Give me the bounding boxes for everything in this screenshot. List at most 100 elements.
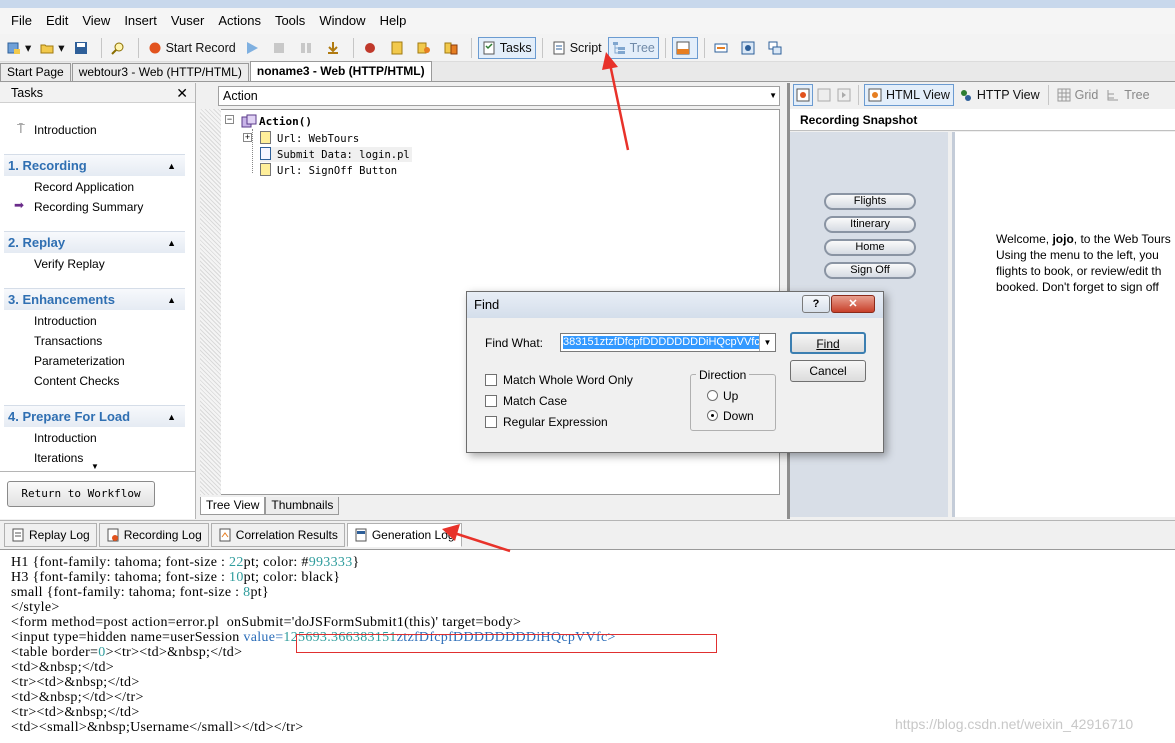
menu-file[interactable]: File [4,8,39,34]
tab-thumbnails[interactable]: Thumbnails [265,497,340,515]
replay-log-icon [12,528,24,542]
tab-webtour3[interactable]: webtour3 - Web (HTTP/HTML) [71,63,249,81]
menu-edit[interactable]: Edit [39,8,75,34]
breakpoint-button[interactable] [360,37,384,59]
section-replay[interactable]: 2. Replay ▲ [4,231,185,253]
tasks-button[interactable]: Tasks [477,36,536,59]
tree-snapshot-button[interactable]: Tree [1103,84,1152,106]
search-button[interactable] [108,37,132,59]
task-introduction[interactable]: Introduction [34,430,97,446]
tab-noname3[interactable]: noname3 - Web (HTTP/HTML) [249,61,432,81]
section-title: 1. Recording [8,158,87,173]
tab-tree-view[interactable]: Tree View [200,497,266,515]
task-iterations[interactable]: Iterations [34,450,83,466]
direction-down-radio[interactable] [707,410,718,421]
snapshot-replay-button[interactable] [815,84,833,106]
itinerary-button[interactable]: Itinerary [824,216,916,233]
close-icon[interactable]: ✕ [176,83,188,103]
cancel-button[interactable]: Cancel [790,360,866,382]
menu-insert[interactable]: Insert [117,8,164,34]
tab-replay-log[interactable]: Replay Log [4,522,97,547]
http-view-button[interactable]: HTTP View [956,84,1043,106]
collapse-node-icon[interactable]: − [225,115,234,124]
grid-view-button[interactable]: Grid [1054,84,1102,106]
recording-options-button[interactable] [738,37,762,59]
regular-expression-checkbox[interactable] [485,416,497,428]
output-window-button[interactable] [671,36,698,59]
scroll-down-icon[interactable]: ▼ [91,462,99,471]
task-content-checks[interactable]: Content Checks [34,373,119,389]
match-case-checkbox[interactable] [485,395,497,407]
task-transactions[interactable]: Transactions [34,333,102,349]
find-button[interactable]: Find [790,332,866,354]
compare-button[interactable] [441,37,465,59]
tab-recording-log[interactable]: Recording Log [98,522,209,547]
find-button-label: Find [816,337,840,351]
section-enhancements[interactable]: 3. Enhancements ▲ [4,288,185,310]
html-view-button[interactable]: HTML View [864,84,954,106]
script-icon [553,41,565,54]
collapse-icon[interactable]: ▲ [167,406,176,428]
bookmark-button[interactable] [387,37,411,59]
match-whole-word-checkbox[interactable] [485,374,497,386]
flights-button[interactable]: Flights [824,193,916,210]
snapshot-compare-button[interactable] [835,84,853,106]
recording-snapshot-title: Recording Snapshot [790,109,1175,131]
tree-node-url-signoff[interactable]: Url: SignOff Button [260,163,397,178]
task-introduction[interactable]: Introduction [34,122,97,138]
collapse-icon[interactable]: ▲ [167,289,176,311]
step-button[interactable] [323,37,347,59]
direction-up-radio[interactable] [707,390,718,401]
action-select[interactable]: Action ▼ [218,86,780,106]
recording-log-icon [107,528,119,542]
snapshot-record-button[interactable] [793,84,813,106]
tab-start-page[interactable]: Start Page [0,63,71,81]
tree-snapshot-label: Tree [1124,88,1150,102]
folder-icon [40,44,54,53]
save-button[interactable] [71,37,95,59]
log-text: ><tr><td>&nbsp;</td> [105,645,243,660]
play-button[interactable] [242,37,266,59]
divider [0,471,195,472]
new-script-button[interactable]: ▾ [4,37,34,59]
task-verify-replay[interactable]: Verify Replay [34,256,105,272]
collapse-icon[interactable]: ▲ [167,155,176,177]
find-what-input[interactable]: 383151ztzfDfcpfDDDDDDDDiHQcpVVfc ▼ [560,333,776,352]
sign-off-button[interactable]: Sign Off [824,262,916,279]
find-next-button[interactable] [414,37,438,59]
tree-node-action[interactable]: Action() [241,114,312,129]
toolbar-separator [1047,85,1049,105]
help-button[interactable]: ? [802,295,830,313]
task-record-application[interactable]: Record Application [34,179,134,195]
log-line: <td>&nbsp;</td> [11,660,114,675]
close-icon[interactable]: ✕ [831,295,875,313]
menu-help[interactable]: Help [373,8,414,34]
tree-node-url-webtours[interactable]: Url: WebTours [260,131,359,146]
stop-button[interactable] [269,37,293,59]
return-to-workflow-button[interactable]: Return to Workflow [7,481,155,507]
expand-node-icon[interactable]: + [243,133,252,142]
windows-button[interactable] [765,37,789,59]
menu-vuser[interactable]: Vuser [164,8,211,34]
home-button[interactable]: Home [824,239,916,256]
task-parameterization[interactable]: Parameterization [34,353,125,369]
open-button[interactable]: ▾ [37,37,67,59]
section-prepare-for-load[interactable]: 4. Prepare For Load ▲ [4,405,185,427]
menu-actions[interactable]: Actions [211,8,268,34]
log-line: <td><small>&nbsp;Username</small></td></… [11,720,304,735]
pause-button[interactable] [296,37,320,59]
chevron-down-icon[interactable]: ▼ [759,334,775,351]
tab-correlation-results[interactable]: Correlation Results [210,522,345,547]
section-recording[interactable]: 1. Recording ▲ [4,154,185,176]
menu-view[interactable]: View [75,8,117,34]
task-introduction[interactable]: Introduction [34,313,97,329]
tree-node-submit-data[interactable]: Submit Data: login.pl [260,147,412,162]
task-recording-summary[interactable]: Recording Summary [34,199,143,215]
welcome-prefix: Welcome, [996,232,1053,246]
menu-tools[interactable]: Tools [268,8,312,34]
start-record-button[interactable]: Start Record [145,37,239,59]
collapse-icon[interactable]: ▲ [167,232,176,254]
menu-window[interactable]: Window [312,8,372,34]
grid-icon [1057,88,1071,102]
runtime-settings-button[interactable] [711,37,735,59]
